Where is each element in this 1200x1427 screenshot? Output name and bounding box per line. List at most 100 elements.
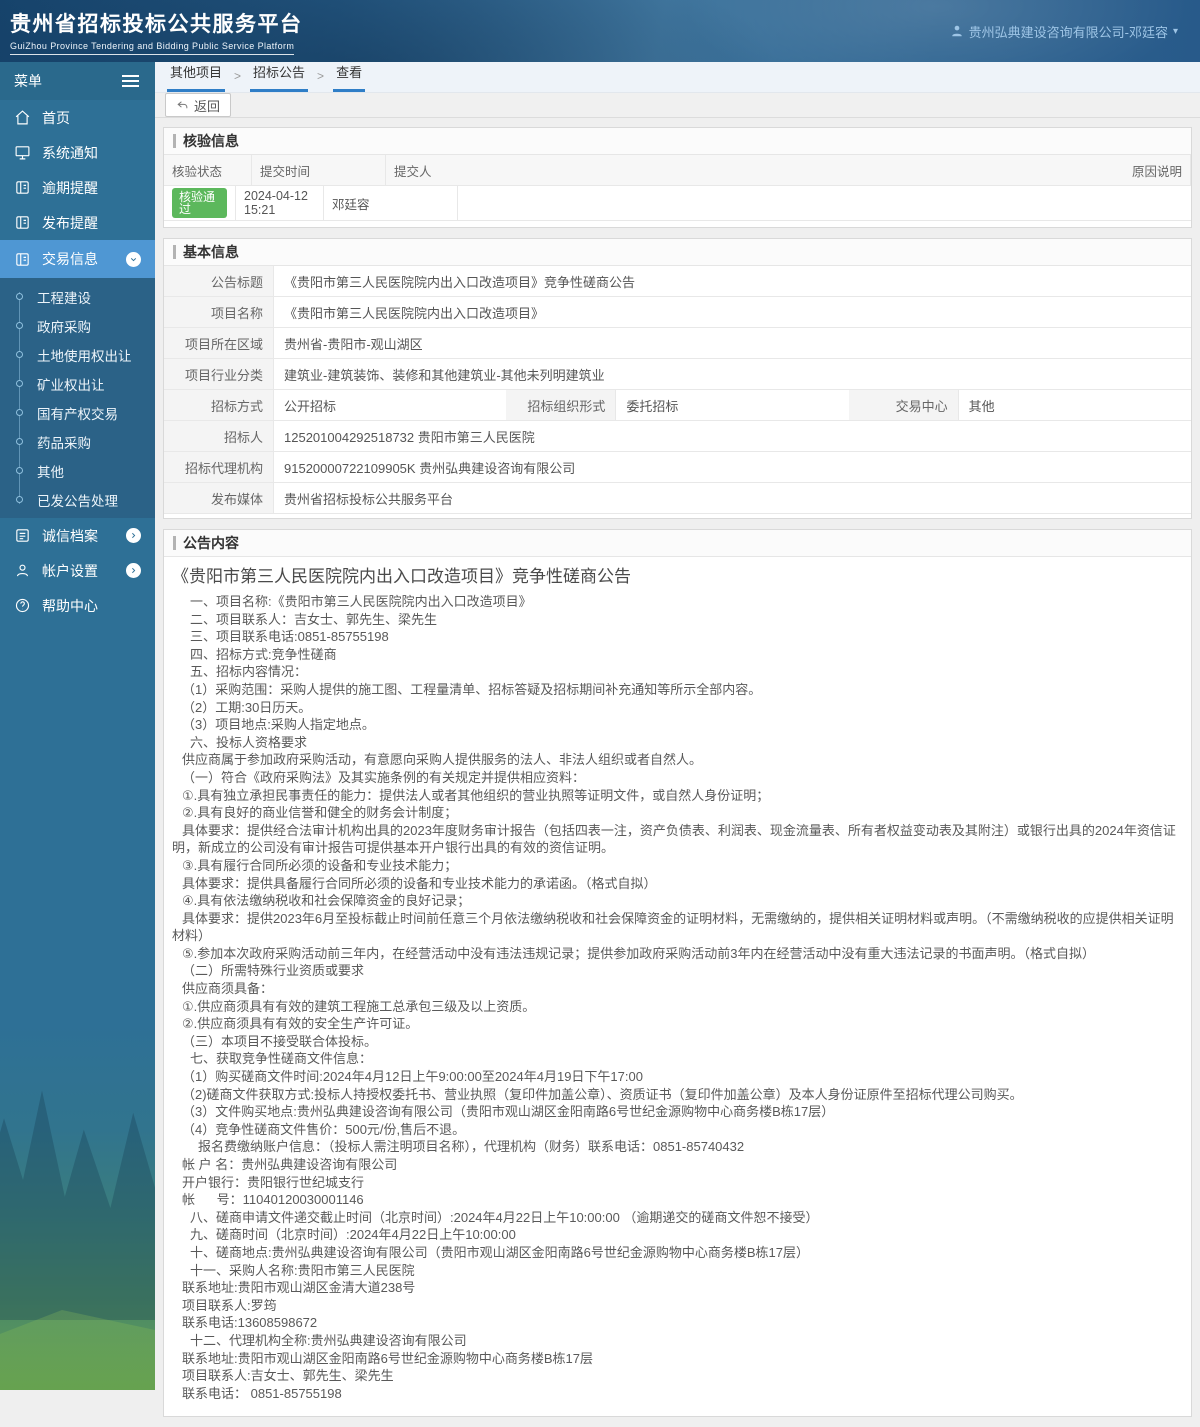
submitter-cell: 邓廷容 <box>324 186 458 220</box>
announcement-line: 八、磋商申请文件递交截止时间（北京时间）:2024年4月22日上午10:00:0… <box>190 1209 819 1225</box>
sidebar-subitem-label: 已发公告处理 <box>37 493 118 509</box>
sidebar-subitem-label: 土地使用权出让 <box>37 348 132 364</box>
announcement-line: 七、获取竞争性磋商文件信息： <box>190 1051 373 1067</box>
sidebar-subitem[interactable]: 矿业权出让 <box>0 369 155 398</box>
column-header: 原因说明 <box>1124 155 1191 185</box>
announcement-line: （2）工期:30日历天。 <box>182 699 312 715</box>
sidebar-subitem-label: 国有产权交易 <box>37 406 118 422</box>
field-label: 交易中心 <box>848 390 959 420</box>
document-icon <box>16 216 29 229</box>
announcement-line: 联系地址:贵阳市观山湖区金清大道238号 <box>182 1280 416 1296</box>
announcement-line: 具体要求：提供具备履行合同所必须的设备和专业技术能力的承诺函。（格式自拟） <box>182 875 657 891</box>
sidebar-item-label: 发布提醒 <box>42 214 98 231</box>
field-label: 项目行业分类 <box>164 359 274 389</box>
field-value: 《贵阳市第三人民医院院内出入口改造项目》 <box>274 297 1191 327</box>
announcement-line: 联系地址:贵阳市观山湖区金阳南路6号世纪金源购物中心商务楼B栋17层 <box>182 1350 593 1366</box>
verify-table: 核验状态 提交时间 提交人 原因说明 核验通过 2024-04-12 15:21 <box>164 155 1191 227</box>
table-row: 招标代理机构 91520000722109905K 贵州弘典建设咨询有限公司 <box>164 452 1191 483</box>
sidebar-subitem-label: 其他 <box>37 464 64 480</box>
announcement-title: 《贵阳市第三人民医院院内出入口改造项目》竞争性磋商公告 <box>172 567 631 586</box>
announcement-line: 具体要求：提供经合法审计机构出具的2023年度财务审计报告（包括四表一注，资产负… <box>172 822 1176 856</box>
sidebar-item-label: 帮助中心 <box>42 597 98 614</box>
announcement-line: ②.供应商须具有有效的安全生产许可证。 <box>182 1016 419 1032</box>
verify-info-panel: 核验信息 核验状态 提交时间 提交人 原因说明 核验通过 2024-04-12 … <box>163 127 1192 228</box>
section-title: 公告内容 <box>183 535 239 551</box>
monitor-icon <box>15 146 30 160</box>
section-bar <box>173 536 176 550</box>
field-value: 贵州省招标投标公共服务平台 <box>274 483 1191 513</box>
menu-toggle-icon[interactable] <box>122 75 139 87</box>
announcement-line: （1）购买磋商文件时间:2024年4月12日上午9:00:00至2024年4月1… <box>182 1069 643 1085</box>
field-label: 招标组织形式 <box>506 390 617 420</box>
announcement-line: 五、招标内容情况： <box>190 664 308 680</box>
sidebar-item-overdue-reminder[interactable]: 逾期提醒 <box>0 170 155 205</box>
announcement-line: 二、项目联系人：吉女士、郭先生、梁先生 <box>190 611 438 627</box>
sidebar-header: 菜单 <box>0 62 155 100</box>
content-section-header: 公告内容 <box>164 530 1191 557</box>
field-label: 招标人 <box>164 421 274 451</box>
section-title: 核验信息 <box>183 133 239 149</box>
announcement-line: 三、项目联系电话:0851-85755198 <box>190 629 389 645</box>
announcement-line: 四、招标方式:竞争性磋商 <box>190 646 337 662</box>
announcement-line: （二）所需特殊行业资质或要求 <box>182 963 365 979</box>
field-value: 91520000722109905K 贵州弘典建设咨询有限公司 <box>274 452 1191 482</box>
announcement-line: 一、项目名称:《贵阳市第三人民医院院内出入口改造项目》 <box>190 594 532 609</box>
back-button[interactable]: 返回 <box>165 93 232 117</box>
announcement-line: ③.具有履行合同所必须的设备和专业技术能力； <box>182 857 458 873</box>
field-silhouette <box>0 1310 155 1390</box>
sidebar-subitem[interactable]: 其他 <box>0 456 155 485</box>
sidebar-subitem[interactable]: 土地使用权出让 <box>0 340 155 369</box>
table-row: 项目名称 《贵阳市第三人民医院院内出入口改造项目》 <box>164 297 1191 328</box>
announcement-line: 联系电话： 0851-85755198 <box>182 1385 342 1401</box>
announcement-line: 项目联系人:吉女士、郭先生、梁先生 <box>182 1368 394 1384</box>
sidebar-subitem-label: 政府采购 <box>37 319 91 335</box>
breadcrumb-item-other-projects[interactable]: 其他项目 <box>167 62 226 92</box>
announcement-line: 十二、代理机构全称:贵州弘典建设咨询有限公司 <box>190 1332 467 1348</box>
announcement-line: （4）竞争性磋商文件售价：500元/份,售后不退。 <box>182 1121 466 1137</box>
page-title: 贵州省招标投标公共服务平台 <box>10 12 303 36</box>
sidebar-item-credit-archive[interactable]: 诚信档案 <box>0 518 155 553</box>
basic-info-table: 公告标题 《贵阳市第三人民医院院内出入口改造项目》竞争性磋商公告 项目名称 《贵… <box>164 266 1191 518</box>
person-icon <box>16 564 29 577</box>
field-value: 公开招标 <box>274 390 507 420</box>
sidebar-item-label: 帐户设置 <box>42 562 98 579</box>
sidebar-subitem-label: 工程建设 <box>37 290 91 306</box>
announcement-line: 十、磋商地点:贵州弘典建设咨询有限公司（贵阳市观山湖区金阳南路6号世纪金源购物中… <box>190 1244 809 1260</box>
breadcrumb-item-view[interactable]: 查看 <box>333 62 366 92</box>
sidebar-subitem[interactable]: 已发公告处理 <box>0 485 155 514</box>
sidebar-subitem[interactable]: 药品采购 <box>0 427 155 456</box>
mountain-silhouette <box>0 1090 155 1320</box>
announcement-line: ④.具有依法缴纳税收和社会保障资金的良好记录； <box>182 893 471 909</box>
sidebar-item-account-settings[interactable]: 帐户设置 <box>0 553 155 588</box>
sidebar-item-content: 帐户设置 <box>14 561 98 581</box>
sidebar-subitem-label: 矿业权出让 <box>37 377 105 393</box>
announcement-line: ①.具有独立承担民事责任的能力：提供法人或者其他组织的营业执照等证明文件，或自然… <box>182 787 770 803</box>
sidebar-subitem[interactable]: 工程建设 <box>0 282 155 311</box>
sidebar-item-label: 诚信档案 <box>42 527 98 544</box>
field-label: 项目名称 <box>164 297 274 327</box>
reason-cell <box>458 186 1191 220</box>
announcement-line: （2)磋商文件获取方式:投标人持授权委托书、营业执照（复印件加盖公章）、资质证书… <box>182 1086 1023 1102</box>
sidebar-item-transaction-info[interactable]: 交易信息 <box>0 240 155 278</box>
column-header: 提交时间 <box>252 155 386 185</box>
sidebar-item-publish-reminder[interactable]: 发布提醒 <box>0 205 155 240</box>
user-icon <box>951 25 962 37</box>
table-row: 项目所在区域 贵州省-贵阳市-观山湖区 <box>164 328 1191 359</box>
app-header: 贵州省招标投标公共服务平台 GuiZhou Province Tendering… <box>0 0 1200 62</box>
announcement-line: 帐 户 名：贵州弘典建设咨询有限公司 <box>182 1157 398 1172</box>
sidebar-subitem-label: 药品采购 <box>37 435 91 451</box>
sidebar-item-home[interactable]: 首页 <box>0 100 155 135</box>
sidebar-item-help-center[interactable]: 帮助中心 <box>0 588 155 623</box>
main-content: 其他项目 > 招标公告 > 查看 返回 核验信息 核验状态 提交时间 提交人 原… <box>155 62 1200 1418</box>
sidebar-item-label: 逾期提醒 <box>42 179 98 196</box>
sidebar-subitem[interactable]: 政府采购 <box>0 311 155 340</box>
page-body: 核验信息 核验状态 提交时间 提交人 原因说明 核验通过 2024-04-12 … <box>155 118 1200 1427</box>
sidebar-item-system-notice[interactable]: 系统通知 <box>0 135 155 170</box>
user-menu[interactable]: 贵州弘典建设咨询有限公司-邓廷容 ▾ <box>950 22 1178 41</box>
sidebar-subitem[interactable]: 国有产权交易 <box>0 398 155 427</box>
breadcrumb-item-tender-announcement[interactable]: 招标公告 <box>250 62 309 92</box>
field-value: 《贵阳市第三人民医院院内出入口改造项目》竞争性磋商公告 <box>274 266 1191 296</box>
verify-table-row: 核验通过 2024-04-12 15:21 邓廷容 <box>164 186 1191 221</box>
announcement-paragraphs: 一、项目名称:《贵阳市第三人民医院院内出入口改造项目》 二、项目联系人：吉女士、… <box>172 593 1181 1402</box>
sidebar: 菜单 首页 系统通知 逾期提醒 发布提醒 交易信息 工程建设 政府采购 土地使用… <box>0 62 155 1390</box>
